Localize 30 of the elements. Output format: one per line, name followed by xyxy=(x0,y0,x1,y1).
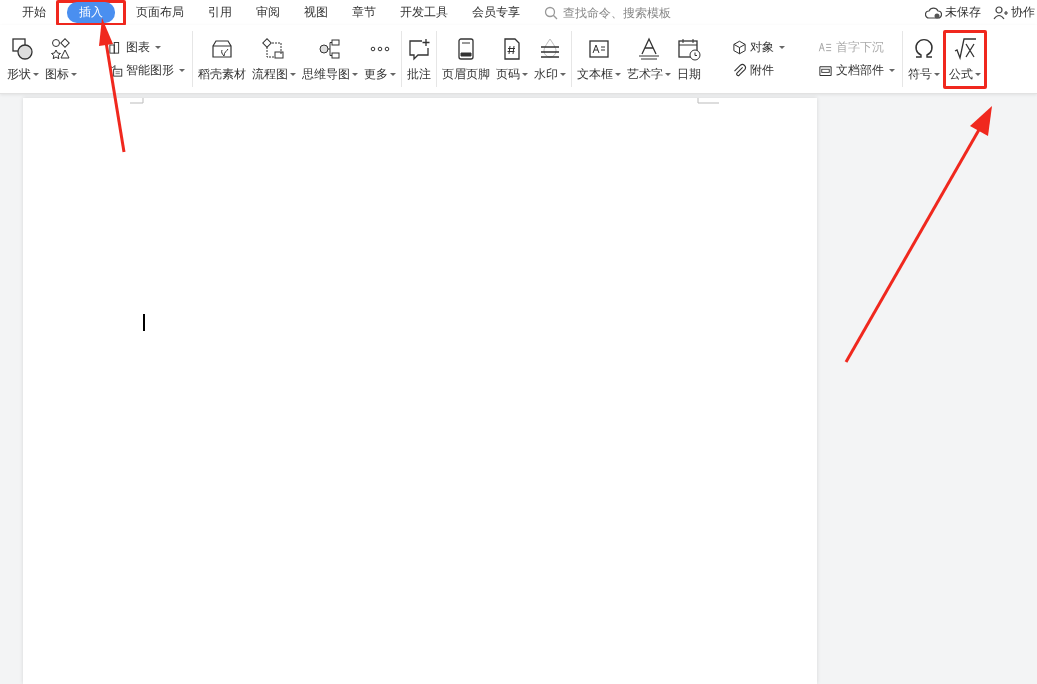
ribbon-button[interactable]: 页码 xyxy=(493,32,531,86)
ribbon-button[interactable]: 艺术字 xyxy=(624,32,674,86)
collaborate-button[interactable]: 协作 xyxy=(991,4,1037,21)
menu-tab[interactable]: 审阅 xyxy=(244,2,292,23)
ribbon-button[interactable]: 批注 xyxy=(404,32,434,86)
menu-tab[interactable]: 页面布局 xyxy=(124,2,196,23)
menu-tab[interactable]: 开发工具 xyxy=(388,2,460,23)
ribbon-button[interactable]: 公式 xyxy=(946,32,984,86)
ribbon-button[interactable]: 页眉页脚 xyxy=(439,32,493,86)
ribbon-button[interactable]: 图标 xyxy=(42,32,80,86)
ribbon-button[interactable]: 智能图形 xyxy=(106,62,187,79)
ribbon-button[interactable]: 形状 xyxy=(4,32,42,86)
save-status-button[interactable]: 未保存 xyxy=(923,4,983,21)
ribbon-button[interactable]: 文本框 xyxy=(574,32,624,86)
ribbon-button[interactable]: 流程图 xyxy=(249,32,299,86)
search-field[interactable]: 查找命令、搜索模板 xyxy=(561,4,695,21)
ribbon-button[interactable]: 对象 xyxy=(730,39,787,56)
menu-tab[interactable]: 会员专享 xyxy=(460,2,532,23)
ribbon-button[interactable]: 符号 xyxy=(905,32,943,86)
ribbon-button[interactable]: 思维导图 xyxy=(299,32,361,86)
ribbon-button[interactable]: 日期 xyxy=(674,32,704,86)
ribbon-button[interactable]: 水印 xyxy=(531,32,569,86)
ribbon-button[interactable]: 附件 xyxy=(730,62,776,79)
menu-tab[interactable]: 章节 xyxy=(340,2,388,23)
menu-tab[interactable]: 视图 xyxy=(292,2,340,23)
ribbon-button[interactable]: 稻壳素材 xyxy=(195,32,249,86)
menu-tab[interactable]: 引用 xyxy=(196,2,244,23)
ribbon-button[interactable]: 文档部件 xyxy=(816,62,897,79)
menu-tab[interactable]: 开始 xyxy=(10,2,58,23)
ribbon-button[interactable]: 更多 xyxy=(361,32,399,86)
